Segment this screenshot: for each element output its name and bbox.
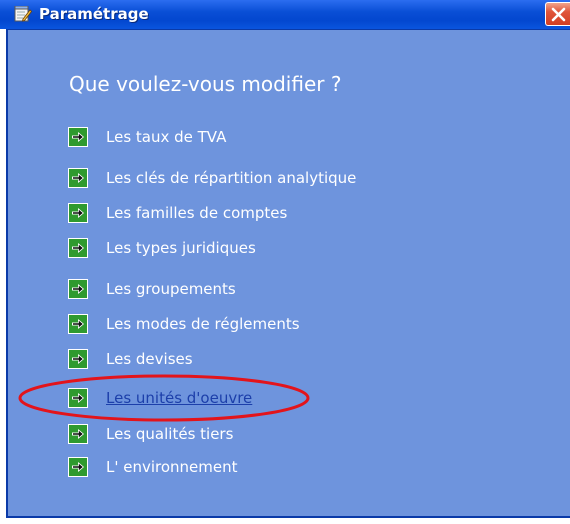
menu-item-label: Les modes de réglements <box>106 315 300 333</box>
green-arrow-icon <box>68 279 88 299</box>
close-button[interactable] <box>545 2 570 26</box>
green-arrow-icon <box>68 349 88 369</box>
window-bottom-border <box>0 516 570 524</box>
green-arrow-icon <box>68 457 88 477</box>
green-arrow-icon <box>68 314 88 334</box>
menu-item-label: Les devises <box>106 350 193 368</box>
menu-item-link-label: Les unités d'oeuvre <box>106 389 253 407</box>
menu-item-label: Les qualités tiers <box>106 425 234 443</box>
green-arrow-icon <box>68 127 88 147</box>
menu-item-label: Les taux de TVA <box>106 128 227 146</box>
page-heading: Que voulez-vous modifier ? <box>69 72 342 96</box>
green-arrow-icon <box>68 424 88 444</box>
content-panel <box>8 30 570 516</box>
menu-item-label: Les types juridiques <box>106 239 256 257</box>
close-x-icon <box>551 7 566 22</box>
green-arrow-icon <box>68 203 88 223</box>
window-title: Paramétrage <box>39 5 149 23</box>
green-arrow-icon <box>68 238 88 258</box>
menu-item-label: Les familles de comptes <box>106 204 288 222</box>
menu-item-label: Les groupements <box>106 280 236 298</box>
window-left-border <box>0 29 8 524</box>
green-arrow-icon <box>68 388 88 408</box>
menu-item-label: Les clés de répartition analytique <box>106 169 357 187</box>
parametrage-window: Paramétrage Que voulez-vous modifier ? L… <box>0 0 570 524</box>
title-bar[interactable]: Paramétrage <box>0 0 570 30</box>
menu-item-label: L' environnement <box>106 458 238 476</box>
green-arrow-icon <box>68 168 88 188</box>
notepad-pencil-icon <box>14 5 33 22</box>
